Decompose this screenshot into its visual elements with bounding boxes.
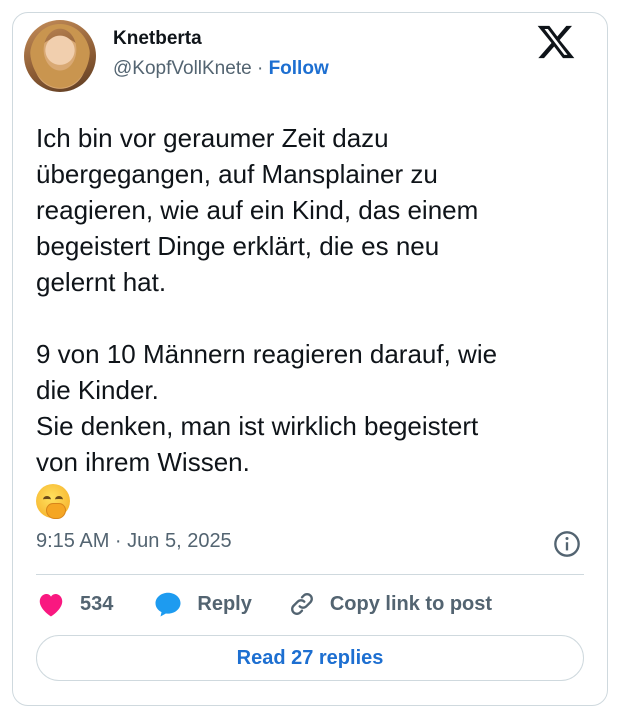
- handle-separator: ·: [256, 58, 264, 79]
- author-name[interactable]: Knetberta: [113, 28, 202, 50]
- tweet-line: reagieren, wie auf ein Kind, das einem: [36, 195, 479, 225]
- link-icon: [290, 593, 313, 615]
- author-handle-row: @KopfVollKnete · Follow: [113, 58, 329, 80]
- tweet-line: von ihrem Wissen.: [36, 447, 250, 477]
- tweet-line: gelernt hat.: [36, 267, 167, 297]
- heart-icon: [39, 594, 63, 617]
- tweet-text: Ich bin vor geraumer Zeit dazu übergegan…: [36, 120, 576, 520]
- face-with-hand-over-mouth-icon: [36, 484, 70, 520]
- follow-button[interactable]: Follow: [269, 58, 329, 79]
- tweet-line: begeistert Dinge erklärt, die es neu: [36, 231, 440, 261]
- tweet-line: 9 von 10 Männern reagieren darauf, wie: [36, 339, 498, 369]
- author-avatar[interactable]: [24, 20, 96, 92]
- reply-label: Reply: [197, 592, 252, 615]
- like-count: 534: [80, 592, 114, 615]
- divider: [36, 574, 584, 575]
- copy-link-button[interactable]: Copy link to post: [288, 590, 492, 618]
- read-replies-button[interactable]: Read 27 replies: [36, 635, 584, 681]
- tweet-line: Ich bin vor geraumer Zeit dazu: [36, 123, 389, 153]
- copy-link-label: Copy link to post: [329, 592, 493, 615]
- x-logo-icon[interactable]: [536, 22, 576, 62]
- reply-bubble-icon: [155, 592, 181, 617]
- tweet-line: Sie denken, man ist wirklich begeistert: [36, 411, 479, 441]
- tweet-timestamp[interactable]: 9:15 AM · Jun 5, 2025: [36, 530, 232, 553]
- author-handle[interactable]: @KopfVollKnete: [113, 58, 252, 79]
- info-icon[interactable]: [553, 530, 581, 558]
- like-button[interactable]: 534: [36, 590, 113, 618]
- tweet-line: die Kinder.: [36, 375, 159, 405]
- reply-button[interactable]: Reply: [153, 590, 252, 618]
- tweet-line: übergegangen, auf Mansplainer zu: [36, 159, 438, 189]
- read-replies-label: Read 27 replies: [236, 646, 384, 669]
- tweet-actions: 534 Reply Copy link to post: [36, 588, 492, 620]
